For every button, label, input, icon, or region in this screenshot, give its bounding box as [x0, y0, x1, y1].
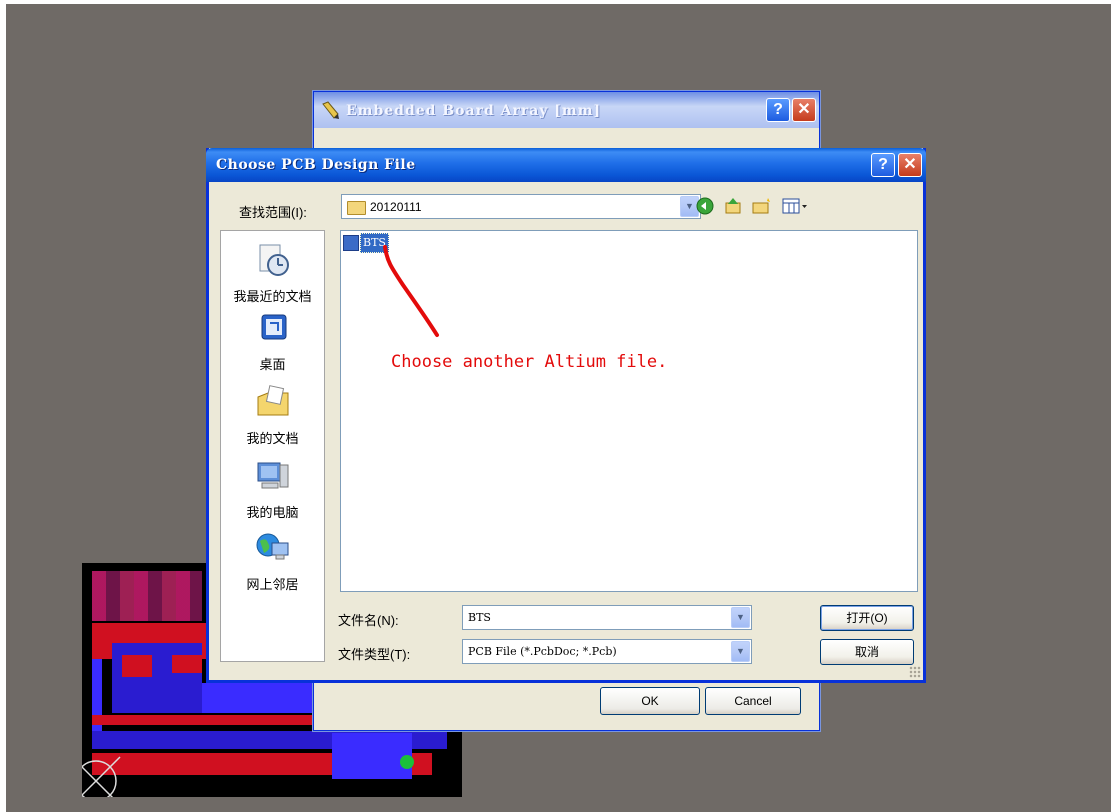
file-name-label: 文件名(N):: [338, 613, 399, 628]
back-dialog-titlebar[interactable]: Embedded Board Array [mm] ? ✕: [314, 92, 819, 128]
place-my-computer[interactable]: 我的电脑: [221, 457, 324, 521]
up-folder-icon[interactable]: [723, 196, 743, 216]
look-in-label: 查找范围(I):: [239, 205, 307, 220]
pcb-pixelated-area: [92, 571, 202, 621]
back-dialog-title: Embedded Board Array [mm]: [346, 103, 602, 119]
pencil-icon: [322, 101, 339, 119]
annotation-text: Choose another Altium file.: [391, 352, 668, 372]
cancel-dialog-button[interactable]: 取消: [820, 639, 914, 665]
red-annotation-stroke: [383, 245, 439, 337]
chevron-down-icon[interactable]: ▼: [731, 641, 750, 662]
dialog-title: Choose PCB Design File: [216, 157, 416, 173]
folder-icon: [347, 201, 366, 215]
choose-pcb-file-dialog: Choose PCB Design File ? ✕ 查找范围(I): 2012…: [206, 148, 926, 683]
file-list[interactable]: BTS Choose another Altium file.: [340, 230, 918, 592]
file-name-input[interactable]: BTS ▼: [462, 605, 752, 630]
close-button[interactable]: ✕: [898, 153, 922, 177]
back-help-button[interactable]: ?: [766, 98, 790, 122]
back-close-button[interactable]: ✕: [792, 98, 816, 122]
place-network[interactable]: 网上邻居: [221, 529, 324, 593]
ok-button[interactable]: OK: [600, 687, 700, 715]
back-arrow-icon[interactable]: [695, 196, 715, 216]
resize-grip[interactable]: [909, 666, 921, 678]
place-label: 我的电脑: [246, 505, 299, 520]
file-type-label: 文件类型(T):: [338, 647, 411, 662]
desktop-icon: [261, 314, 286, 340]
new-folder-icon[interactable]: [751, 196, 773, 216]
look-in-dropdown[interactable]: 20120111 ▼: [341, 194, 701, 219]
my-computer-icon: [257, 462, 288, 489]
place-recent-documents[interactable]: 我最近的文档: [221, 241, 324, 305]
dialog-titlebar[interactable]: Choose PCB Design File ? ✕: [206, 148, 926, 182]
cancel-button[interactable]: Cancel: [705, 687, 801, 715]
place-my-documents[interactable]: 我的文档: [221, 383, 324, 447]
place-label: 我最近的文档: [233, 289, 312, 304]
crosshair-icon: [82, 756, 121, 797]
file-type-dropdown[interactable]: PCB File (*.PcbDoc; *.Pcb) ▼: [462, 639, 752, 664]
help-button[interactable]: ?: [871, 153, 895, 177]
view-menu-icon[interactable]: [781, 196, 809, 216]
place-label: 我的文档: [246, 431, 299, 446]
chevron-down-icon[interactable]: ▼: [731, 607, 750, 628]
my-documents-icon: [257, 385, 288, 416]
file-name-value: BTS: [468, 611, 491, 624]
recent-documents-icon: [259, 244, 289, 276]
network-places-icon: [256, 533, 288, 560]
look-in-value: 20120111: [370, 200, 422, 214]
places-bar: 我最近的文档 桌面 我的文档 我的电脑 网上邻居: [220, 230, 325, 662]
place-label: 桌面: [259, 357, 286, 372]
file-type-value: PCB File (*.PcbDoc; *.Pcb): [468, 645, 617, 658]
open-button[interactable]: 打开(O): [820, 605, 914, 631]
place-desktop[interactable]: 桌面: [221, 309, 324, 373]
place-label: 网上邻居: [246, 577, 299, 592]
